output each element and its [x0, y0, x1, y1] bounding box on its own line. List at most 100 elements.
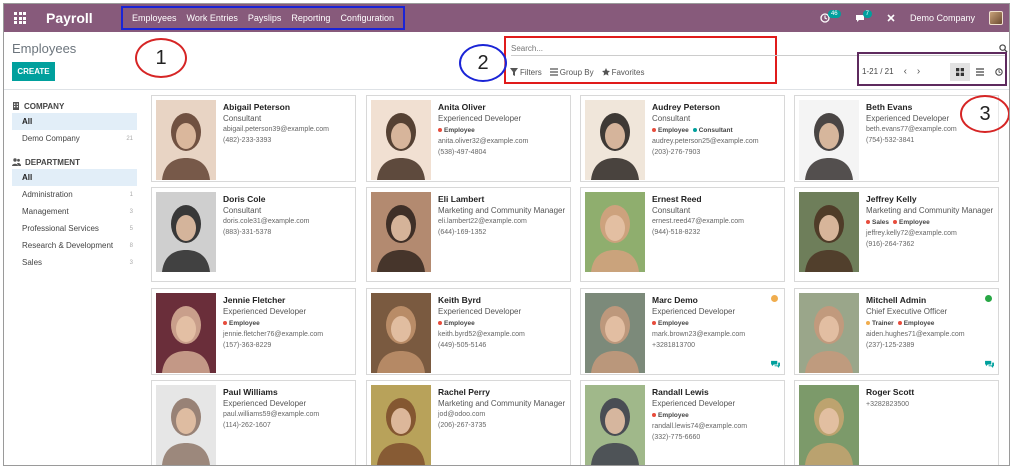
- employee-email: jod@odoo.com: [438, 411, 486, 418]
- employee-phone: (114)-262-1607: [223, 422, 271, 429]
- pager-next-icon[interactable]: ›: [917, 66, 920, 77]
- menu-reporting[interactable]: Reporting: [286, 13, 335, 23]
- employee-name[interactable]: Doris Cole: [223, 194, 353, 204]
- menu-employees[interactable]: Employees: [127, 13, 182, 23]
- employee-info: Rachel Perry Marketing and Community Man…: [438, 387, 568, 429]
- chat-icon[interactable]: [771, 360, 780, 368]
- department-item-professional-services[interactable]: Professional Services 5: [12, 220, 137, 237]
- kanban-view-button[interactable]: [950, 63, 970, 81]
- list-view-button[interactable]: [970, 63, 990, 81]
- department-item-administration[interactable]: Administration 1: [12, 186, 137, 203]
- employee-name[interactable]: Mitchell Admin: [866, 295, 996, 305]
- star-icon: [601, 68, 610, 76]
- groupby-label: Group By: [559, 67, 594, 77]
- employee-card[interactable]: Rachel Perry Marketing and Community Man…: [366, 380, 571, 465]
- user-avatar[interactable]: [989, 11, 1003, 25]
- employee-job-title: Experienced Developer: [652, 399, 736, 408]
- systray: 46 7 Demo Company: [820, 4, 1009, 32]
- employee-card[interactable]: Roger Scott +3282823500: [794, 380, 999, 465]
- employee-card[interactable]: Paul Williams Experienced Developer paul…: [151, 380, 356, 465]
- tag-badge: Employee: [897, 319, 934, 327]
- pager-value[interactable]: 1-21 / 21: [862, 67, 894, 76]
- activity-button[interactable]: 46: [820, 10, 841, 23]
- employee-name[interactable]: Roger Scott: [866, 387, 996, 397]
- employee-info: Anita Oliver Experienced Developer Emplo…: [438, 102, 568, 156]
- employee-name[interactable]: Audrey Peterson: [652, 102, 782, 112]
- company-item-all[interactable]: All: [12, 113, 137, 130]
- pager-previous-icon[interactable]: ‹: [904, 66, 907, 77]
- employee-email: jennie.fletcher76@example.com: [223, 331, 324, 338]
- employee-info: Keith Byrd Experienced Developer Employe…: [438, 295, 568, 349]
- employee-phone: +3281813700: [652, 342, 696, 349]
- department-item-sales[interactable]: Sales 3: [12, 254, 137, 271]
- employee-phone: (916)-264-7362: [866, 241, 915, 248]
- message-count-badge: 7: [862, 10, 872, 18]
- menu-configuration[interactable]: Configuration: [335, 13, 399, 23]
- department-item-research-development[interactable]: Research & Development 8: [12, 237, 137, 254]
- employee-card[interactable]: Keith Byrd Experienced Developer Employe…: [366, 288, 571, 375]
- company-switcher[interactable]: Demo Company: [910, 13, 975, 23]
- employee-email: abigail.peterson39@example.com: [223, 126, 329, 133]
- employee-name[interactable]: Eli Lambert: [438, 194, 568, 204]
- employee-card[interactable]: Audrey Peterson Consultant Employee Consu…: [580, 95, 785, 182]
- favorites-dropdown[interactable]: Favorites: [601, 67, 645, 77]
- kanban-icon: [956, 68, 964, 76]
- employee-card[interactable]: Randall Lewis Experienced Developer Empl…: [580, 380, 785, 465]
- employee-card[interactable]: Anita Oliver Experienced Developer Emplo…: [366, 95, 571, 182]
- employee-card[interactable]: Doris Cole Consultant doris.cole31@examp…: [151, 187, 356, 282]
- create-button[interactable]: CREATE: [12, 62, 55, 81]
- employee-name[interactable]: Paul Williams: [223, 387, 353, 397]
- employee-kanban: Abigail Peterson Consultant abigail.pete…: [151, 95, 1009, 465]
- debug-tools-button[interactable]: [886, 13, 896, 23]
- employee-name[interactable]: Rachel Perry: [438, 387, 568, 397]
- employee-card[interactable]: Jennie Fletcher Experienced Developer Em…: [151, 288, 356, 375]
- employee-name[interactable]: Randall Lewis: [652, 387, 782, 397]
- app-window: Payroll Employees Work Entries Payslips …: [3, 3, 1010, 466]
- employee-job-title: Consultant: [223, 206, 262, 215]
- employee-card[interactable]: Marc Demo Experienced Developer Employee…: [580, 288, 785, 375]
- employee-card[interactable]: Ernest Reed Consultant ernest.reed47@exa…: [580, 187, 785, 282]
- employee-photo: [799, 293, 859, 373]
- employee-name[interactable]: Anita Oliver: [438, 102, 568, 112]
- employee-job-title: Experienced Developer: [223, 399, 307, 408]
- employee-card[interactable]: Jeffrey Kelly Marketing and Community Ma…: [794, 187, 999, 282]
- tag-badge: Consultant: [692, 126, 733, 134]
- employee-name[interactable]: Ernest Reed: [652, 194, 782, 204]
- menu-work-entries[interactable]: Work Entries: [182, 13, 243, 23]
- favorites-label: Favorites: [611, 67, 645, 77]
- annotation-3: 3: [960, 95, 1009, 133]
- annotation-2: 2: [459, 44, 507, 82]
- messages-button[interactable]: 7: [855, 10, 872, 23]
- menu-payslips[interactable]: Payslips: [243, 13, 287, 23]
- chat-icon[interactable]: [985, 360, 994, 368]
- app-name[interactable]: Payroll: [46, 10, 116, 26]
- employee-card[interactable]: Eli Lambert Marketing and Community Mana…: [366, 187, 571, 282]
- department-item-management[interactable]: Management 3: [12, 203, 137, 220]
- employee-name[interactable]: Abigail Peterson: [223, 102, 353, 112]
- employee-photo: [156, 100, 216, 180]
- apps-menu-icon[interactable]: [6, 4, 34, 32]
- employee-name[interactable]: Jennie Fletcher: [223, 295, 353, 305]
- employee-name[interactable]: Keith Byrd: [438, 295, 568, 305]
- activity-view-button[interactable]: [989, 63, 1009, 81]
- groupby-dropdown[interactable]: Group By: [549, 67, 594, 77]
- employee-photo: [799, 192, 859, 272]
- department-item-all[interactable]: All: [12, 169, 137, 186]
- employee-name[interactable]: Marc Demo: [652, 295, 782, 305]
- search-panel: COMPANY All Demo Company 21 DEPARTMENT Al…: [4, 91, 144, 465]
- employee-name[interactable]: Jeffrey Kelly: [866, 194, 996, 204]
- main-menu: Employees Work Entries Payslips Reportin…: [121, 6, 405, 30]
- employee-email: doris.cole31@example.com: [223, 218, 310, 225]
- employee-job-title: Experienced Developer: [438, 114, 522, 123]
- employee-photo: [585, 100, 645, 180]
- department-section: DEPARTMENT All Administration 1 Managemen…: [4, 155, 144, 271]
- company-item-demo-company[interactable]: Demo Company 21: [12, 130, 137, 147]
- users-icon: [12, 158, 21, 166]
- employee-phone: (237)-125-2389: [866, 342, 915, 349]
- filters-dropdown[interactable]: Filters: [510, 68, 542, 77]
- employee-phone: (883)-331-5378: [223, 229, 272, 236]
- employee-card[interactable]: Mitchell Admin Chief Executive Officer T…: [794, 288, 999, 375]
- employee-card[interactable]: Abigail Peterson Consultant abigail.pete…: [151, 95, 356, 182]
- employee-job-title: Consultant: [652, 206, 691, 215]
- building-icon: [13, 102, 19, 110]
